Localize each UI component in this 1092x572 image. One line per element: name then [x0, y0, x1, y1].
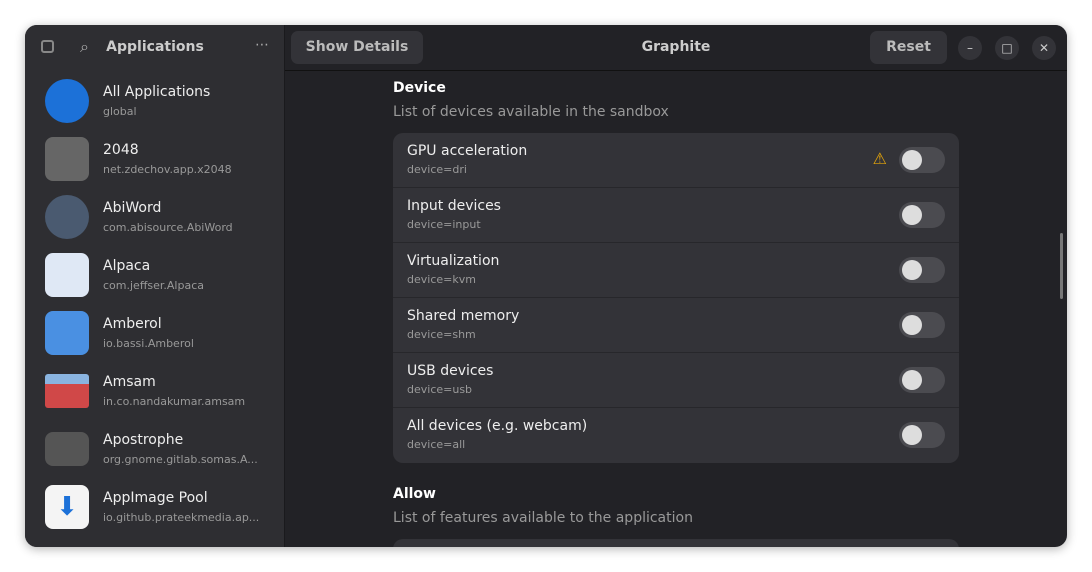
kvm-toggle[interactable]: [899, 257, 945, 283]
item-id: io.bassi.Amberol: [103, 337, 194, 350]
sidebar-title: Applications: [106, 39, 204, 55]
item-id: org.gnome.gitlab.somas.A...: [103, 453, 258, 466]
list-item[interactable]: 2048 net.zdechov.app.x2048: [25, 130, 285, 188]
all-devices-toggle[interactable]: [899, 422, 945, 448]
section-title: Allow: [393, 486, 436, 502]
row-subtitle: device=usb: [407, 383, 473, 396]
minimize-icon[interactable]: –: [958, 36, 982, 60]
list-item[interactable]: Amberol io.bassi.Amberol: [25, 304, 285, 362]
item-id: in.co.nandakumar.amsam: [103, 395, 246, 408]
download-icon: ⬇: [45, 485, 89, 529]
sidebar-header: ⌕ Applications ⋯: [25, 25, 284, 71]
item-id: global: [103, 105, 137, 118]
allow-section-header: Allow List of features available to the a…: [393, 486, 959, 526]
row-title: Shared memory: [407, 308, 520, 324]
input-toggle[interactable]: [899, 202, 945, 228]
item-name: Amberol: [103, 316, 162, 332]
device-row: Input devices device=input: [393, 188, 959, 243]
device-row: Shared memory device=shm: [393, 298, 959, 353]
device-section-header: Device List of devices available in the s…: [393, 80, 959, 120]
menu-icon[interactable]: ⋯: [255, 37, 269, 53]
amsam-icon: [45, 374, 89, 408]
header-bar: Show Details Graphite Reset – □ ✕: [285, 25, 1067, 71]
item-name: All Applications: [103, 84, 211, 100]
warning-icon: ⚠: [872, 149, 887, 168]
gpu-toggle[interactable]: [899, 147, 945, 173]
section-title: Device: [393, 80, 446, 96]
row-title: USB devices: [407, 363, 494, 379]
row-subtitle: device=shm: [407, 328, 476, 341]
device-row: All devices (e.g. webcam) device=all: [393, 408, 959, 463]
item-id: io.github.prateekmedia.ap...: [103, 511, 260, 524]
item-name: AppImage Pool: [103, 490, 208, 506]
reset-button[interactable]: Reset: [870, 31, 947, 64]
app-2048-icon: [45, 137, 89, 181]
row-title: GPU acceleration: [407, 143, 528, 159]
list-item[interactable]: ⬇ AppImage Pool io.github.prateekmedia.ap.…: [25, 478, 285, 536]
shm-toggle[interactable]: [899, 312, 945, 338]
main-pane: Show Details Graphite Reset – □ ✕ Device…: [285, 25, 1067, 547]
list-item[interactable]: All Applications global: [25, 72, 285, 130]
close-icon[interactable]: ✕: [1032, 36, 1056, 60]
scrollbar[interactable]: [1060, 233, 1063, 299]
item-id: com.jeffser.Alpaca: [103, 279, 204, 292]
abiword-icon: [45, 195, 89, 239]
item-id: com.abisource.AbiWord: [103, 221, 233, 234]
row-subtitle: device=all: [407, 438, 466, 451]
list-item[interactable]: Apostrophe org.gnome.gitlab.somas.A...: [25, 420, 285, 478]
device-row: GPU acceleration device=dri ⚠: [393, 133, 959, 188]
alpaca-icon: [45, 253, 89, 297]
list-item[interactable]: Amsam in.co.nandakumar.amsam: [25, 362, 285, 420]
device-row: USB devices device=usb: [393, 353, 959, 408]
row-title: Virtualization: [407, 253, 500, 269]
cube-icon: [45, 79, 89, 123]
row-subtitle: device=kvm: [407, 273, 476, 286]
section-subtitle: List of devices available in the sandbox: [393, 104, 669, 120]
device-row: Virtualization device=kvm: [393, 243, 959, 298]
row-subtitle: device=input: [407, 218, 481, 231]
list-item[interactable]: Alpaca com.jeffser.Alpaca: [25, 246, 285, 304]
maximize-icon[interactable]: □: [995, 36, 1019, 60]
row-title: All devices (e.g. webcam): [407, 418, 588, 434]
item-name: AbiWord: [103, 200, 162, 216]
item-name: 2048: [103, 142, 139, 158]
item-name: Apostrophe: [103, 432, 184, 448]
window: ⌕ Applications ⋯ All Applications global …: [25, 25, 1067, 547]
list-item[interactable]: AbiWord com.abisource.AbiWord: [25, 188, 285, 246]
device-list: GPU acceleration device=dri ⚠ Input device…: [393, 133, 959, 463]
keyboard-icon: [45, 432, 89, 466]
usb-toggle[interactable]: [899, 367, 945, 393]
show-details-button[interactable]: Show Details: [291, 31, 423, 64]
sidebar: ⌕ Applications ⋯ All Applications global …: [25, 25, 285, 547]
amberol-icon: [45, 311, 89, 355]
row-title: Input devices: [407, 198, 501, 214]
item-id: net.zdechov.app.x2048: [103, 163, 232, 176]
section-subtitle: List of features available to the applic…: [393, 510, 693, 526]
item-name: Amsam: [103, 374, 156, 390]
allow-list: [393, 539, 959, 547]
row-subtitle: device=dri: [407, 163, 467, 176]
item-name: Alpaca: [103, 258, 151, 274]
